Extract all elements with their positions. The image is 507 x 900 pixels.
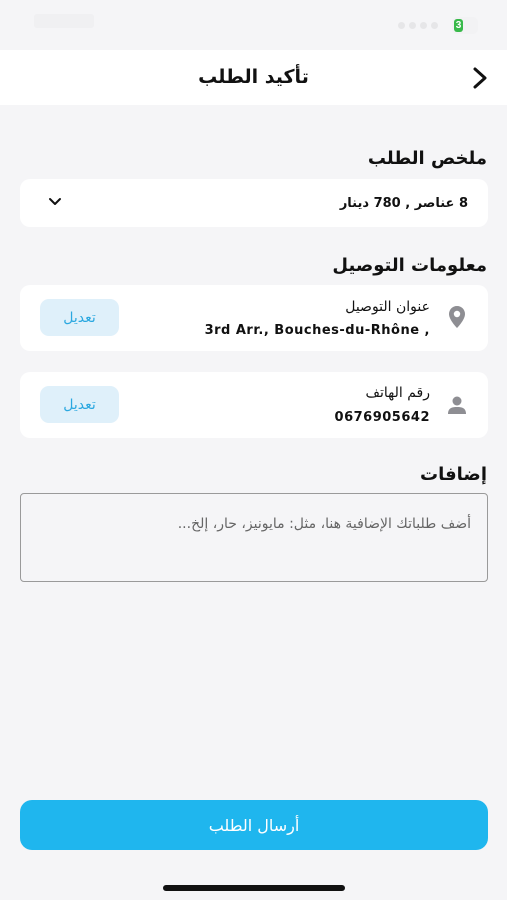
delivery-address-card: عنوان التوصيل 3rd Arr., Bouches-du-Rhône… <box>20 285 488 351</box>
submit-order-button[interactable]: أرسال الطلب <box>20 800 488 850</box>
battery-icon: 3 <box>452 17 478 34</box>
chevron-down-icon[interactable] <box>46 195 64 209</box>
edit-address-button[interactable]: تعديل <box>40 299 119 336</box>
summary-section-title: ملخص الطلب <box>367 148 487 169</box>
home-indicator <box>163 885 345 891</box>
phone-card: رقم الهاتف 0676905642 تعديل <box>20 372 488 438</box>
person-icon <box>448 396 466 414</box>
order-summary-text: 8 عناصر , 780 دينار <box>339 196 468 211</box>
phone-value: 0676905642 <box>334 410 430 425</box>
extras-input[interactable] <box>20 493 488 582</box>
chevron-left-icon <box>473 67 487 89</box>
signal-icon <box>398 22 438 30</box>
extras-section-title: إضافات <box>420 464 487 485</box>
status-bar: 3 <box>0 0 507 50</box>
back-button[interactable] <box>468 64 494 92</box>
delivery-section-title: معلومات التوصيل <box>332 255 487 276</box>
app-header: تأكيد الطلب <box>0 50 507 105</box>
location-pin-icon <box>449 306 465 328</box>
status-time <box>34 14 94 28</box>
address-value: 3rd Arr., Bouches-du-Rhône , <box>204 323 430 338</box>
page-title: تأكيد الطلب <box>198 66 309 88</box>
phone-label: رقم الهاتف <box>365 385 430 401</box>
edit-phone-button[interactable]: تعديل <box>40 386 119 423</box>
order-summary-card[interactable]: 8 عناصر , 780 دينار <box>20 179 488 227</box>
address-label: عنوان التوصيل <box>345 299 430 315</box>
